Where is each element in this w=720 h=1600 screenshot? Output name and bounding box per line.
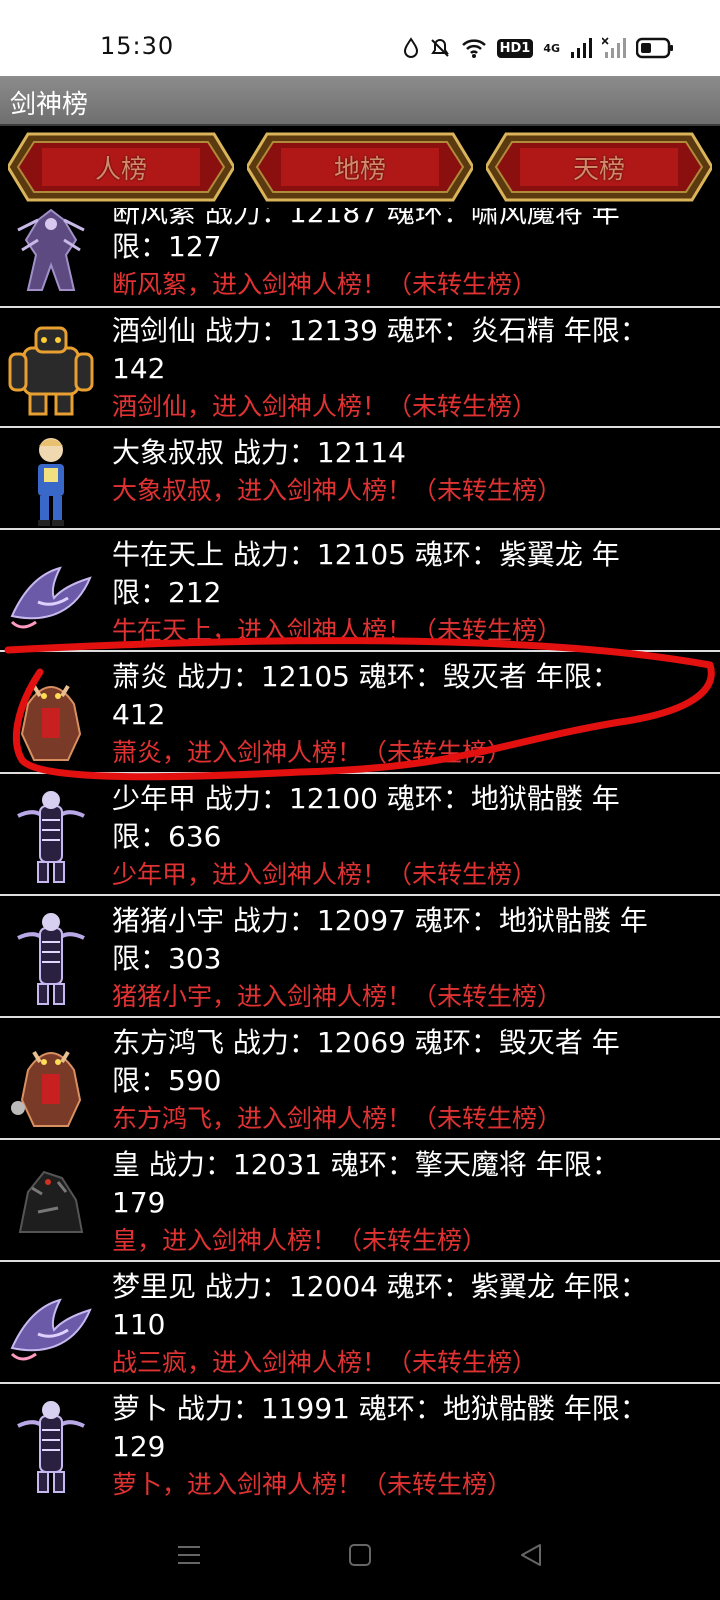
list-item[interactable]: 断风絮 战力：12187 魂环：啸风魔将 年 限：127 断风絮，进入剑神人榜！… <box>0 208 720 308</box>
row-info-cont: 142 <box>112 352 166 385</box>
row-notice: 东方鸿飞，进入剑神人榜！（未转生榜） <box>112 1104 563 1133</box>
tab-label: 地榜 <box>333 154 386 185</box>
row-info: 东方鸿飞 战力：12069 魂环：毁灭者 年 <box>112 1026 620 1059</box>
home-icon[interactable] <box>348 1542 372 1568</box>
row-notice: 皇，进入剑神人榜！（未转生榜） <box>112 1226 488 1255</box>
navigation-bar <box>0 1510 720 1600</box>
hell-skeleton-icon <box>17 1401 85 1493</box>
list-item[interactable]: 大象叔叔 战力：12114 大象叔叔，进入剑神人榜！（未转生榜） <box>0 430 720 530</box>
purple-dragon-icon <box>10 566 92 629</box>
row-info-cont: 129 <box>112 1430 166 1463</box>
row-notice: 猪猪小宇，进入剑神人榜！（未转生榜） <box>112 982 563 1011</box>
purple-dragon-icon <box>10 1298 92 1361</box>
tab-ren-bang[interactable]: 人榜 <box>8 130 234 204</box>
row-notice: 牛在天上，进入剑神人榜！（未转生榜） <box>112 616 563 645</box>
list-item[interactable]: 少年甲 战力：12100 魂环：地狱骷髅 年 限：636 少年甲，进入剑神人榜！… <box>0 776 720 896</box>
hell-skeleton-icon <box>17 913 85 1005</box>
signal-icon <box>571 38 592 58</box>
row-info-cont: 110 <box>112 1308 166 1341</box>
wifi-icon <box>461 39 486 58</box>
demon-warrior-icon <box>17 208 85 291</box>
row-info-cont: 限：303 <box>112 942 222 975</box>
row-info: 大象叔叔 战力：12114 <box>112 436 406 469</box>
app-title-bar: 剑神榜 <box>0 76 720 126</box>
list-item[interactable]: 萧炎 战力：12105 魂环：毁灭者 年限： 412 萧炎，进入剑神人榜！（未转… <box>0 654 720 774</box>
status-icons: HD1 4G <box>403 34 674 62</box>
destroyer-icon <box>11 1050 82 1127</box>
list-item[interactable]: 牛在天上 战力：12105 魂环：紫翼龙 年 限：212 牛在天上，进入剑神人榜… <box>0 532 720 652</box>
hd-badge: HD1 <box>496 38 534 58</box>
tab-di-bang[interactable]: 地榜 <box>247 130 473 204</box>
row-info-cont: 412 <box>112 698 166 731</box>
destroyer-icon <box>20 684 82 761</box>
tab-label: 人榜 <box>94 154 147 185</box>
row-info-cont: 限：636 <box>112 820 222 853</box>
row-notice: 酒剑仙，进入剑神人榜！（未转生榜） <box>112 392 538 421</box>
row-info: 酒剑仙 战力：12139 魂环：炎石精 年限： <box>112 314 648 347</box>
row-info: 少年甲 战力：12100 魂环：地狱骷髅 年 <box>112 782 620 815</box>
row-notice: 少年甲，进入剑神人榜！（未转生榜） <box>112 860 538 889</box>
row-info: 萧炎 战力：12105 魂环：毁灭者 年限： <box>112 660 620 693</box>
dark-beast-icon <box>18 1170 84 1233</box>
network-type: 4G <box>543 41 560 55</box>
list-item[interactable]: 酒剑仙 战力：12139 魂环：炎石精 年限： 142 酒剑仙，进入剑神人榜！（… <box>0 308 720 428</box>
list-item[interactable]: 猪猪小宇 战力：12097 魂环：地狱骷髅 年 限：303 猪猪小宇，进入剑神人… <box>0 898 720 1018</box>
row-info-cont: 179 <box>112 1186 166 1219</box>
list-item[interactable]: 梦里见 战力：12004 魂环：紫翼龙 年限： 110 战三疯，进入剑神人榜！（… <box>0 1264 720 1384</box>
row-info: 梦里见 战力：12004 魂环：紫翼龙 年限： <box>112 1270 648 1303</box>
row-notice: 大象叔叔，进入剑神人榜！（未转生榜） <box>112 476 563 505</box>
battery-icon <box>636 37 673 59</box>
mute-icon <box>430 38 449 57</box>
row-info-cont: 限：590 <box>112 1064 222 1097</box>
drop-icon <box>403 37 418 58</box>
row-info-cont: 限：127 <box>112 230 222 263</box>
list-item[interactable]: 皇 战力：12031 魂环：擎天魔将 年限： 179 皇，进入剑神人榜！（未转生… <box>0 1142 720 1262</box>
row-notice: 萧炎，进入剑神人榜！（未转生榜） <box>112 738 513 767</box>
list-item[interactable]: 东方鸿飞 战力：12069 魂环：毁灭者 年 限：590 东方鸿飞，进入剑神人榜… <box>0 1020 720 1140</box>
row-info: 猪猪小宇 战力：12097 魂环：地狱骷髅 年 <box>112 904 648 937</box>
list-item[interactable]: 萝卜 战力：11991 魂环：地狱骷髅 年限： 129 萝卜，进入剑神人榜！（未… <box>0 1386 720 1506</box>
hell-skeleton-icon <box>17 791 85 883</box>
menu-icon[interactable] <box>176 1542 202 1568</box>
tab-label: 天榜 <box>572 154 625 185</box>
boy-icon <box>38 438 64 526</box>
status-bar: 15:30 HD1 4G <box>0 0 720 76</box>
row-notice: 断风絮，进入剑神人榜！（未转生榜） <box>112 270 538 299</box>
row-info-cont: 限：212 <box>112 576 222 609</box>
status-time: 15:30 <box>100 32 175 60</box>
ranking-tabs: 人榜 地榜 天榜 <box>0 128 720 208</box>
ranking-list[interactable]: 断风絮 战力：12187 魂环：啸风魔将 年 限：127 断风絮，进入剑神人榜！… <box>0 208 720 1510</box>
page-title: 剑神榜 <box>10 90 89 120</box>
row-notice: 萝卜，进入剑神人榜！（未转生榜） <box>112 1470 513 1499</box>
back-icon[interactable] <box>518 1542 544 1568</box>
signal-x-icon <box>602 37 626 58</box>
row-info: 牛在天上 战力：12105 魂环：紫翼龙 年 <box>112 538 620 571</box>
row-info: 萝卜 战力：11991 魂环：地狱骷髅 年限： <box>112 1392 648 1425</box>
tab-tian-bang[interactable]: 天榜 <box>486 130 712 204</box>
stone-golem-icon <box>8 326 94 416</box>
row-notice: 战三疯，进入剑神人榜！（未转生榜） <box>112 1348 538 1377</box>
row-info: 皇 战力：12031 魂环：擎天魔将 年限： <box>112 1148 620 1181</box>
